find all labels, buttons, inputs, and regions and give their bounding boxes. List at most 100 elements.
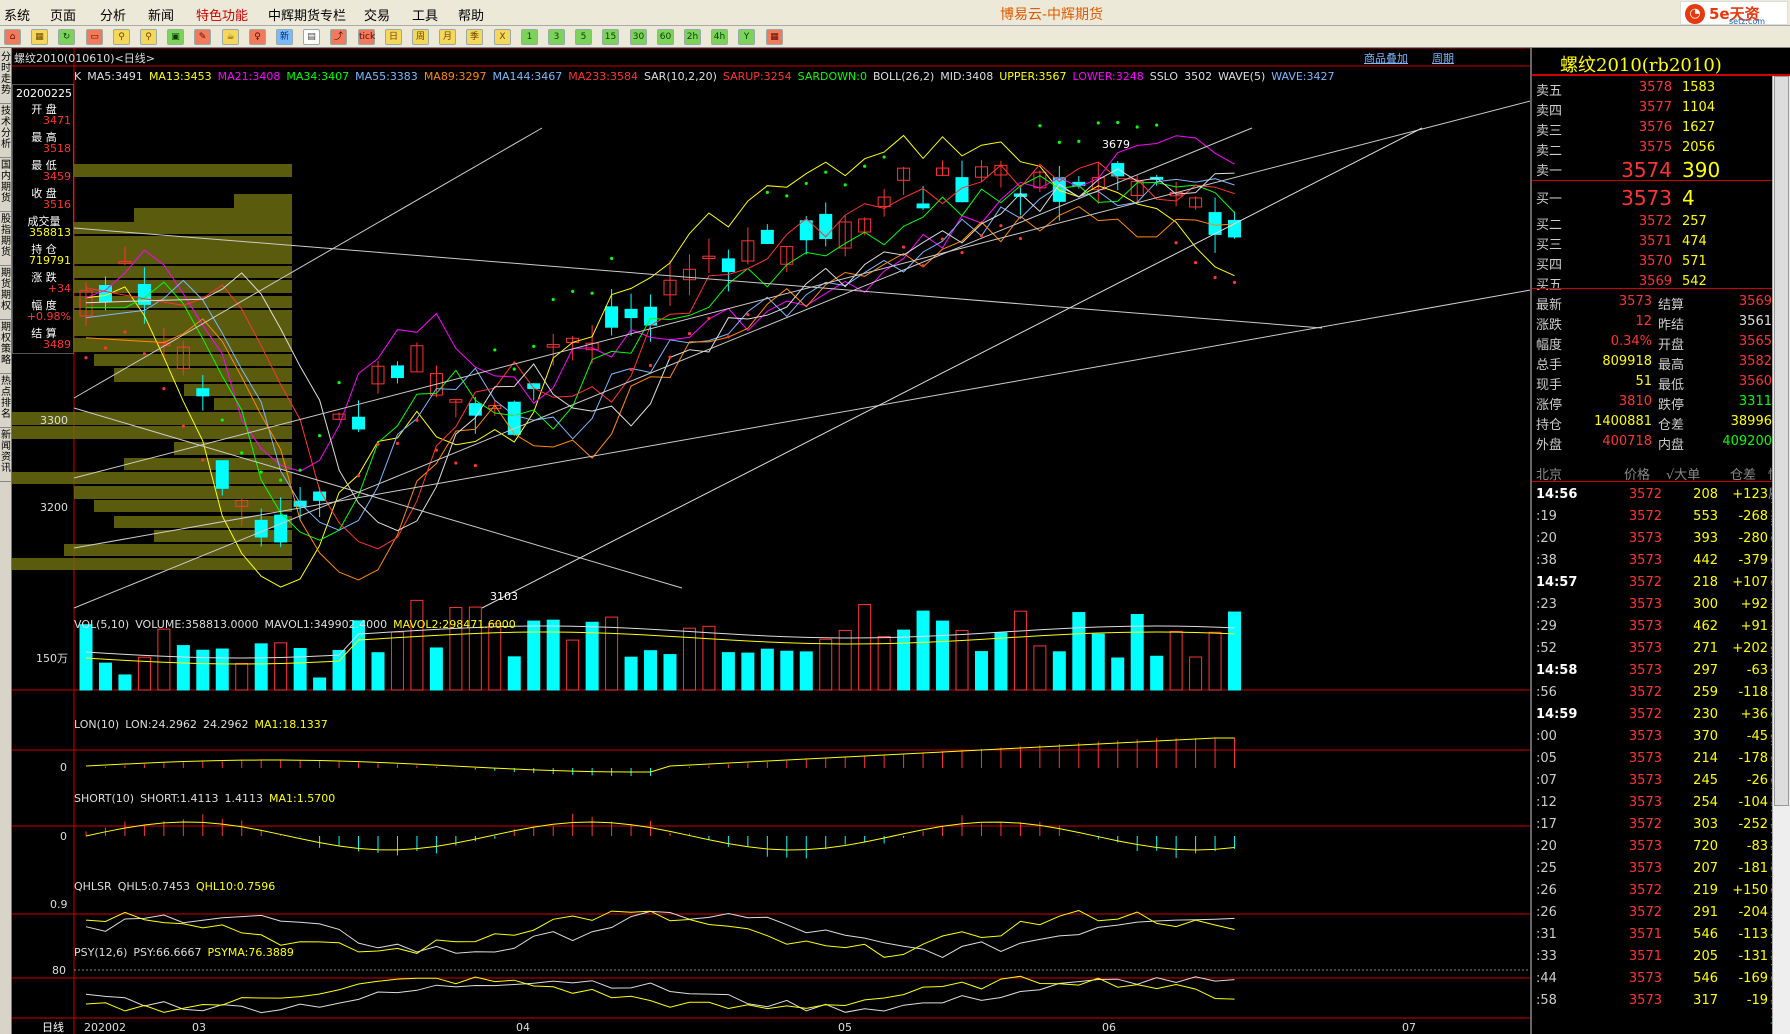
toolbar-button-19[interactable]: 1	[521, 29, 538, 45]
sar-dot	[1174, 241, 1178, 245]
bid-row[interactable]: 买一 3573 4	[1532, 186, 1790, 210]
ask-row[interactable]: 卖四 3577 1104	[1532, 98, 1790, 119]
tick-time: :00	[1536, 729, 1557, 744]
toolbar-button-10[interactable]: 新	[276, 29, 293, 45]
tick-time: :52	[1536, 641, 1557, 656]
tick-time: 14:57	[1536, 575, 1578, 590]
ask-row[interactable]: 卖五 3578 1583	[1532, 78, 1790, 99]
toolbar-button-17[interactable]: 季	[466, 29, 483, 45]
toolbar-button-27[interactable]: Y	[738, 29, 755, 45]
tick-volume: 442	[1693, 553, 1718, 568]
toolbar-button-4[interactable]: ⚲	[113, 29, 130, 45]
date-label: 03	[192, 1021, 206, 1034]
toolbar-button-6[interactable]: ▣	[167, 29, 184, 45]
toolbar-button-12[interactable]: ⤴	[330, 29, 347, 45]
ask-row[interactable]: 卖一 3574 390	[1532, 158, 1790, 182]
menu-item-4[interactable]: 特色功能	[196, 5, 248, 24]
stat-row: 幅度 0.34% 开盘 3565	[1532, 332, 1790, 353]
tick-volume: 300	[1693, 597, 1718, 612]
legend-item: SARDOWN:0	[797, 70, 867, 83]
toolbar-button-9[interactable]: ♀	[249, 29, 266, 45]
stat-value: 38996	[1730, 414, 1772, 429]
menu-item-5[interactable]: 中辉期货专栏	[268, 5, 346, 24]
info-value: +0.98%	[26, 310, 71, 323]
sar-dot	[921, 264, 925, 268]
toolbar-button-22[interactable]: 15	[602, 29, 619, 45]
bid-row[interactable]: 买四 3570 571	[1532, 252, 1790, 273]
volume-bar	[1033, 645, 1047, 691]
legend-item: MA55:3383	[355, 70, 418, 83]
period-link[interactable]: 周期	[1432, 50, 1454, 66]
legend-item: WAVE:3427	[1271, 70, 1335, 83]
tick-price: 3571	[1628, 949, 1662, 964]
ask-label: 卖三	[1536, 124, 1563, 139]
info-label: 开 盘	[31, 103, 57, 116]
toolbar-button-20[interactable]: 3	[548, 29, 565, 45]
menu-item-1[interactable]: 页面	[50, 5, 76, 24]
toolbar-button-24[interactable]: 60	[657, 29, 674, 45]
bid-label: 买二	[1536, 218, 1563, 233]
tick-scrollbar[interactable]	[1772, 76, 1790, 1034]
toolbar-button-21[interactable]: 5	[575, 29, 592, 45]
date-label: 日线	[42, 1020, 64, 1034]
toolbar-button-2[interactable]: ↻	[58, 29, 75, 45]
left-tab-7[interactable]: 新闻资讯	[0, 430, 12, 482]
tick-row: :443573546-169空平	[1532, 968, 1790, 1009]
volume-bar	[1169, 630, 1183, 691]
volume-bar	[429, 647, 443, 691]
tick-price: 3573	[1628, 971, 1662, 986]
toolbar-button-0[interactable]: ⌂	[4, 29, 21, 45]
left-tab-6[interactable]: 热点排名	[0, 376, 12, 428]
toolbar-button-16[interactable]: 月	[439, 29, 456, 45]
menu-item-8[interactable]: 帮助	[458, 5, 484, 24]
menu-item-6[interactable]: 交易	[364, 5, 390, 24]
ask-row[interactable]: 卖二 3575 2056	[1532, 138, 1790, 159]
short-indicator-legend: SHORT(10) SHORT:1.4113 1.4113 MA1:1.5700	[74, 792, 341, 805]
legend-item: 24.2962	[203, 718, 249, 731]
bid-row[interactable]: 买二 3572 257	[1532, 212, 1790, 233]
tick-row: :253573207-181空平	[1532, 858, 1790, 899]
toolbar-button-3[interactable]: ▭	[86, 29, 103, 45]
bid-label: 买一	[1536, 192, 1563, 207]
menu-item-0[interactable]: 系统	[4, 5, 30, 24]
scrollbar-thumb[interactable]	[1774, 76, 1789, 806]
volume-zone	[74, 266, 292, 278]
toolbar-button-25[interactable]: 2h	[684, 29, 701, 45]
toolbar-button-8[interactable]: ☕	[222, 29, 239, 45]
quote-panel: 螺纹2010(rb2010) 卖五 3578 1583 卖四 3577 1104 卖三 357…	[1530, 48, 1790, 1034]
toolbar-button-13[interactable]: tick	[358, 29, 375, 45]
toolbar-button-26[interactable]: 4h	[711, 29, 728, 45]
ask-row[interactable]: 卖三 3576 1627	[1532, 118, 1790, 139]
bid-row[interactable]: 买三 3571 474	[1532, 232, 1790, 253]
toolbar-button-14[interactable]: 日	[385, 29, 402, 45]
volume-zone	[74, 486, 292, 499]
stat-value: 3810	[1618, 394, 1652, 409]
sar-dot	[551, 297, 555, 302]
menu-item-3[interactable]: 新闻	[148, 5, 174, 24]
toolbar-button-28[interactable]: ▦	[766, 29, 783, 45]
sar-dot	[434, 448, 438, 452]
toolbar-button-15[interactable]: 周	[412, 29, 429, 45]
tick-volume: 205	[1693, 949, 1718, 964]
menu-item-2[interactable]: 分析	[100, 5, 126, 24]
menu-item-7[interactable]: 工具	[412, 5, 438, 24]
volume-bar	[98, 662, 112, 691]
stat-label: 开盘	[1658, 338, 1685, 353]
tick-time: :12	[1536, 795, 1557, 810]
legend-item: UPPER:3567	[999, 70, 1067, 83]
overlay-link[interactable]: 商品叠加	[1364, 50, 1408, 66]
chart-area[interactable]: 3679 3103 3300 3200 150万 0 0 0.9 80 日线 202002 03 04 0…	[12, 48, 1530, 1034]
toolbar-button-5[interactable]: ⚲	[140, 29, 157, 45]
toolbar-button-11[interactable]: ▤	[303, 29, 320, 45]
candle-body	[1111, 163, 1125, 177]
toolbar-button-18[interactable]: X	[494, 29, 511, 45]
bid-row[interactable]: 买五 3569 542	[1532, 272, 1790, 293]
toolbar-button-1[interactable]: ▦	[31, 29, 48, 45]
volume-zone	[94, 354, 292, 366]
toolbar-button-7[interactable]: ✎	[194, 29, 211, 45]
date-label: 04	[516, 1021, 530, 1034]
legend-item: VOL(5,10)	[74, 618, 130, 631]
left-tab-0[interactable]: 分时走势	[0, 52, 12, 104]
qhl-axis-label: 0.9	[50, 898, 68, 911]
toolbar-button-23[interactable]: 30	[630, 29, 647, 45]
